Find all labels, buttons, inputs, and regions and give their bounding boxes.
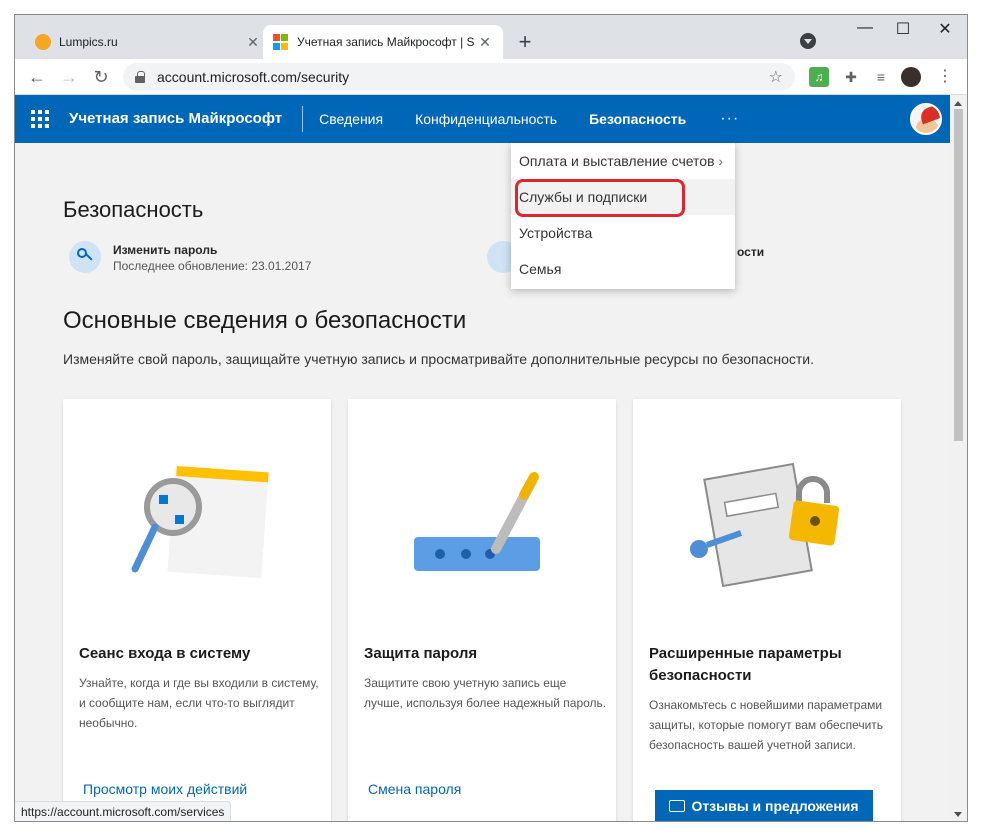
card-description: Ознакомьтесь с новейшими параметрами защ… — [649, 698, 884, 752]
nav-security[interactable]: Безопасность — [589, 111, 686, 127]
card-password-protection: Защита пароля Защитите свою учетную запи… — [348, 399, 616, 821]
card-advanced-security: Расширенные параметры безопасности Ознак… — [633, 399, 901, 821]
card-description: Защитите свою учетную запись еще лучше, … — [364, 676, 607, 710]
menu-item-label: Устройства — [519, 225, 593, 241]
bookmark-star-icon[interactable]: ☆ — [769, 67, 783, 87]
extensions-puzzle-icon[interactable]: ✚ — [841, 67, 861, 87]
status-bar-url: https://account.microsoft.com/services — [15, 801, 232, 821]
close-window-button[interactable]: ✕ — [925, 19, 965, 39]
minimize-button[interactable]: — — [845, 19, 885, 37]
card-title: Сеанс входа в систему — [79, 645, 251, 662]
microsoft-favicon-icon — [273, 34, 289, 50]
ms-brand-title[interactable]: Учетная запись Майкрософт — [69, 106, 304, 132]
lock-key-notebook-icon — [690, 462, 840, 588]
tab-title: Lumpics.ru — [59, 35, 118, 49]
maximize-button[interactable]: ☐ — [883, 19, 923, 39]
user-avatar[interactable] — [910, 103, 942, 135]
card-title: Защита пароля — [364, 645, 478, 662]
menu-item-label: Оплата и выставление счетов — [519, 153, 715, 169]
card-description: Узнайте, когда и где вы входили в систем… — [79, 676, 319, 730]
reload-icon[interactable]: ↻ — [89, 65, 113, 89]
nav-info[interactable]: Сведения — [319, 111, 383, 127]
card-sign-in-activity: Сеанс входа в систему Узнайте, когда и г… — [63, 399, 331, 821]
chat-bubble-icon — [669, 800, 686, 812]
chevron-right-icon: › — [718, 153, 723, 169]
view-activity-link[interactable]: Просмотр моих действий — [83, 781, 247, 797]
tab-microsoft-account[interactable]: Учетная запись Майкрософт | S ✕ — [263, 25, 503, 59]
menu-item-devices[interactable]: Устройства — [511, 215, 735, 251]
security-heading: Безопасность — [63, 197, 204, 222]
tab-search-icon[interactable] — [800, 33, 816, 49]
nav-privacy[interactable]: Конфиденциальность — [415, 111, 557, 127]
feedback-button[interactable]: Отзывы и предложения — [655, 790, 873, 821]
scroll-thumb[interactable] — [954, 109, 963, 441]
media-control-icon[interactable]: ≡ — [871, 67, 891, 87]
ms-header: Учетная запись Майкрософт Сведения Конфи… — [15, 95, 952, 143]
nav-more-button[interactable]: ··· — [720, 110, 739, 128]
password-last-updated: Последнее обновление: 23.01.2017 — [113, 259, 312, 273]
highlight-annotation — [515, 179, 685, 217]
url-text: account.microsoft.com/security — [157, 69, 350, 85]
forward-arrow-icon[interactable]: → — [57, 65, 81, 89]
magnifier-calendar-icon — [131, 465, 269, 579]
address-bar[interactable]: account.microsoft.com/security ☆ — [123, 63, 795, 91]
scroll-down-arrow-icon[interactable] — [954, 812, 962, 821]
browser-toolbar: ← → ↻ account.microsoft.com/security ☆ ♫… — [15, 59, 967, 95]
password-pen-icon — [414, 472, 540, 571]
menu-kebab-icon[interactable]: ⋮ — [935, 67, 955, 87]
back-arrow-icon[interactable]: ← — [25, 65, 49, 89]
menu-item-family[interactable]: Семья — [511, 251, 735, 287]
basics-heading: Основные сведения о безопасности — [63, 307, 467, 334]
tab-lumpics[interactable]: Lumpics.ru ✕ — [25, 25, 271, 59]
music-extension-icon[interactable]: ♫ — [809, 67, 829, 87]
page-content: Учетная запись Майкрософт Сведения Конфи… — [15, 95, 952, 821]
lumpics-favicon-icon — [35, 34, 51, 50]
tab-strip: Lumpics.ru ✕ Учетная запись Майкрософт |… — [15, 15, 967, 59]
app-launcher-icon[interactable] — [31, 110, 49, 128]
change-password-link[interactable]: Смена пароля — [368, 781, 461, 797]
key-icon — [69, 241, 101, 273]
partially-hidden-link[interactable]: ости — [737, 245, 764, 259]
new-tab-button[interactable]: + — [513, 29, 537, 55]
tab-close-icon[interactable]: ✕ — [477, 34, 493, 51]
tab-title: Учетная запись Майкрософт | S — [297, 35, 475, 49]
card-title: Расширенные параметры безопасности — [649, 645, 842, 684]
feedback-label: Отзывы и предложения — [691, 798, 859, 814]
lock-icon — [135, 71, 145, 83]
scroll-up-arrow-icon[interactable] — [954, 97, 962, 106]
basics-description: Изменяйте свой пароль, защищайте учетную… — [63, 351, 814, 367]
menu-item-billing[interactable]: Оплата и выставление счетов › — [511, 143, 735, 179]
browser-window: Lumpics.ru ✕ Учетная запись Майкрософт |… — [14, 14, 968, 822]
tab-close-icon[interactable]: ✕ — [245, 34, 261, 51]
menu-item-label: Семья — [519, 261, 562, 277]
page-scrollbar[interactable] — [950, 95, 967, 821]
change-password-link[interactable]: Изменить пароль — [113, 243, 217, 257]
profile-avatar[interactable] — [901, 67, 921, 87]
